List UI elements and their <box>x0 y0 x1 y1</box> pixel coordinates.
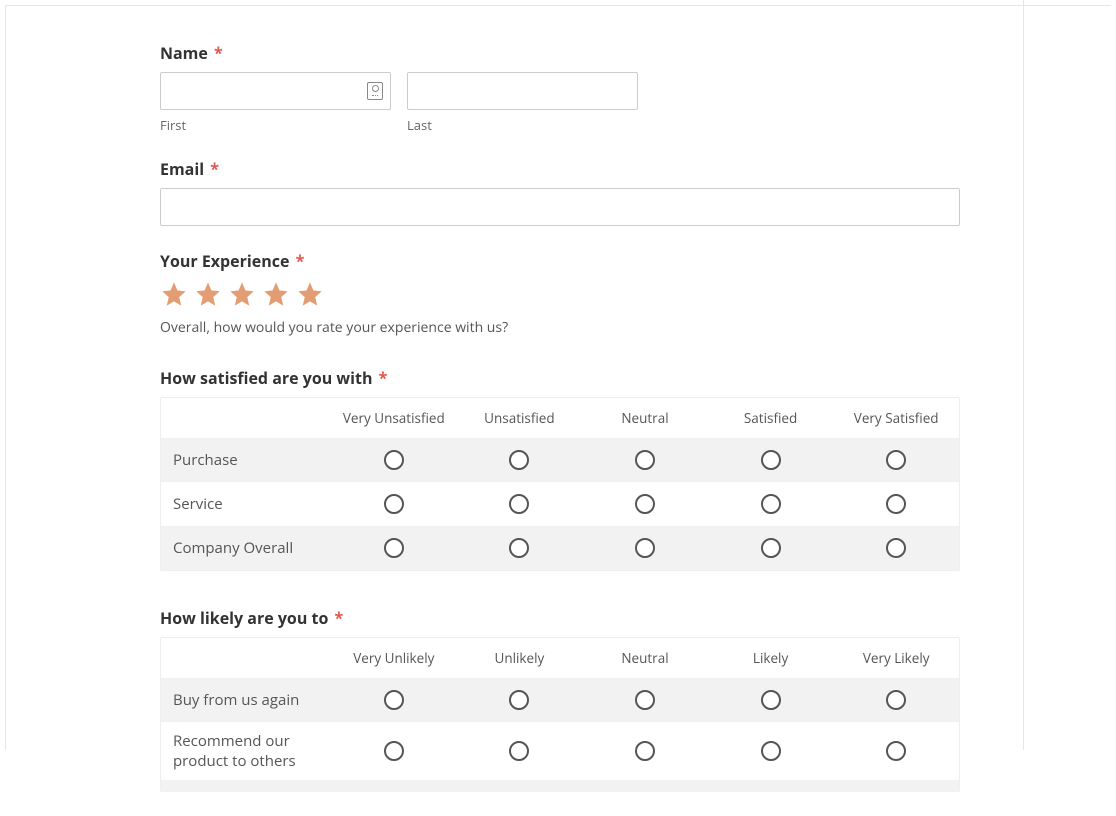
email-required: * <box>210 158 219 180</box>
radio-option[interactable] <box>635 494 655 514</box>
name-field-group: Name * First Last <box>160 42 960 134</box>
experience-field-group: Your Experience * Overall, how would you… <box>160 250 960 337</box>
matrix-row: Buy from us again <box>161 678 959 722</box>
first-name-input-wrap <box>160 72 391 110</box>
radio-option[interactable] <box>384 741 404 761</box>
matrix-col-header: Neutral <box>582 643 708 673</box>
contacts-icon[interactable] <box>367 82 383 100</box>
radio-option[interactable] <box>761 741 781 761</box>
radio-option[interactable] <box>886 494 906 514</box>
last-name-input[interactable] <box>407 72 638 110</box>
satisfaction-label: How satisfied are you with * <box>160 367 960 389</box>
matrix-row-label: Service <box>161 486 331 522</box>
radio-option[interactable] <box>509 450 529 470</box>
radio-option[interactable] <box>886 450 906 470</box>
matrix-col-header: Very Satisfied <box>833 403 959 433</box>
last-name-sublabel: Last <box>407 116 638 134</box>
survey-form: Name * First Last Email * Yo <box>160 42 960 816</box>
first-name-col: First <box>160 72 391 134</box>
experience-label-text: Your Experience <box>160 250 289 272</box>
email-input[interactable] <box>160 188 960 226</box>
radio-option[interactable] <box>761 450 781 470</box>
matrix-col-header: Very Likely <box>833 643 959 673</box>
star-icon[interactable] <box>262 280 290 308</box>
radio-option[interactable] <box>509 690 529 710</box>
radio-option[interactable] <box>886 538 906 558</box>
likely-label-text: How likely are you to <box>160 607 328 629</box>
radio-option[interactable] <box>886 690 906 710</box>
star-icon[interactable] <box>228 280 256 308</box>
email-field-group: Email * <box>160 158 960 226</box>
radio-option[interactable] <box>635 741 655 761</box>
radio-option[interactable] <box>509 494 529 514</box>
matrix-row-label: Buy from us again <box>161 682 331 718</box>
matrix-col-header: Very Unsatisfied <box>331 403 457 433</box>
satisfaction-matrix: Very Unsatisfied Unsatisfied Neutral Sat… <box>160 397 960 571</box>
matrix-row: Recommend our product to others <box>161 722 959 780</box>
satisfaction-field-group: How satisfied are you with * Very Unsati… <box>160 367 960 571</box>
likely-required: * <box>335 607 344 629</box>
experience-help: Overall, how would you rate your experie… <box>160 318 960 337</box>
name-required: * <box>214 42 223 64</box>
matrix-row: Service <box>161 482 959 526</box>
matrix-header-row: Very Unlikely Unlikely Neutral Likely Ve… <box>161 638 959 678</box>
star-rating <box>160 280 960 308</box>
radio-option[interactable] <box>384 690 404 710</box>
experience-required: * <box>296 250 305 272</box>
name-label: Name * <box>160 42 960 64</box>
radio-option[interactable] <box>635 690 655 710</box>
matrix-header-blank <box>161 650 331 666</box>
likely-matrix: Very Unlikely Unlikely Neutral Likely Ve… <box>160 637 960 792</box>
matrix-header-blank <box>161 410 331 426</box>
likely-field-group: How likely are you to * Very Unlikely Un… <box>160 607 960 792</box>
matrix-row-partial <box>161 780 959 792</box>
radio-option[interactable] <box>509 538 529 558</box>
email-label: Email * <box>160 158 960 180</box>
matrix-row-label: Purchase <box>161 442 331 478</box>
likely-label: How likely are you to * <box>160 607 960 629</box>
star-icon[interactable] <box>194 280 222 308</box>
matrix-col-header: Unsatisfied <box>457 403 583 433</box>
matrix-row-label: Company Overall <box>161 530 331 566</box>
page-left-rule <box>5 5 6 750</box>
matrix-header-row: Very Unsatisfied Unsatisfied Neutral Sat… <box>161 398 959 438</box>
matrix-col-header: Likely <box>708 643 834 673</box>
matrix-col-header: Unlikely <box>457 643 583 673</box>
radio-option[interactable] <box>761 538 781 558</box>
first-name-input[interactable] <box>160 72 391 110</box>
radio-option[interactable] <box>635 450 655 470</box>
matrix-row: Purchase <box>161 438 959 482</box>
page-right-rule <box>1023 0 1024 750</box>
matrix-col-header: Satisfied <box>708 403 834 433</box>
matrix-row-label: Recommend our product to others <box>161 723 331 779</box>
first-name-sublabel: First <box>160 116 391 134</box>
matrix-col-header: Neutral <box>582 403 708 433</box>
radio-option[interactable] <box>384 494 404 514</box>
page-top-rule <box>5 5 1111 6</box>
matrix-row-label <box>161 778 331 794</box>
email-label-text: Email <box>160 158 204 180</box>
last-name-col: Last <box>407 72 638 134</box>
star-icon[interactable] <box>296 280 324 308</box>
name-label-text: Name <box>160 42 208 64</box>
satisfaction-required: * <box>379 367 388 389</box>
radio-option[interactable] <box>384 538 404 558</box>
radio-option[interactable] <box>886 741 906 761</box>
matrix-col-header: Very Unlikely <box>331 643 457 673</box>
radio-option[interactable] <box>509 741 529 761</box>
matrix-row: Company Overall <box>161 526 959 570</box>
radio-option[interactable] <box>761 690 781 710</box>
radio-option[interactable] <box>761 494 781 514</box>
star-icon[interactable] <box>160 280 188 308</box>
radio-option[interactable] <box>635 538 655 558</box>
name-inputs-row: First Last <box>160 72 638 134</box>
radio-option[interactable] <box>384 450 404 470</box>
satisfaction-label-text: How satisfied are you with <box>160 367 372 389</box>
experience-label: Your Experience * <box>160 250 960 272</box>
